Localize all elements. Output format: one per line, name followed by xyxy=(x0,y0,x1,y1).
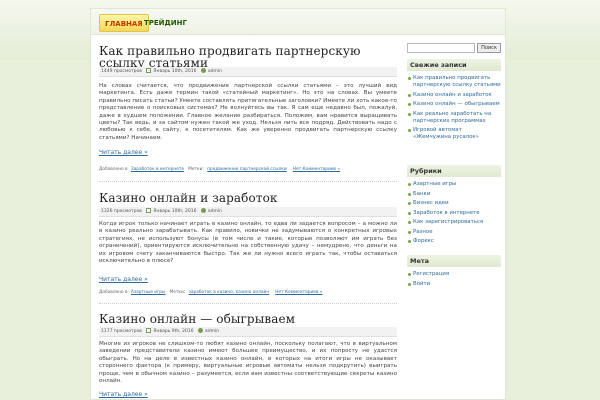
user-icon xyxy=(198,328,204,333)
tags-label: Метки: xyxy=(169,290,186,295)
rubrics-list: Азартные игры Банки Бизнес идеи Заработо… xyxy=(407,181,501,248)
recent-post-link[interactable]: Казино онлайн и заработок xyxy=(407,92,501,99)
user-icon xyxy=(200,68,206,73)
post-excerpt: Когда игрок только начинает играть в каз… xyxy=(99,221,397,265)
calendar-icon xyxy=(146,328,152,333)
read-more-link[interactable]: Читать далее » xyxy=(99,276,148,283)
search-input[interactable] xyxy=(407,43,475,53)
category-link[interactable]: Заработок в интернете xyxy=(131,167,184,172)
post-title[interactable]: Как правильно продвигать партнерскую ссы… xyxy=(99,45,397,69)
added-label: Добавлено в xyxy=(99,167,128,172)
rubrics-title: Рубрики xyxy=(407,165,501,177)
post-author[interactable]: admin xyxy=(205,329,219,334)
post-views: 1326 просмотров xyxy=(101,209,142,214)
comments-link[interactable]: Нет Комментариев » xyxy=(275,290,322,295)
calendar-icon xyxy=(146,68,152,73)
tags-label: Метки: xyxy=(188,167,204,172)
top-navigation: Главная Трейдинг xyxy=(91,9,505,35)
recent-posts-list: Как правильно продвигать партнерскую ссы… xyxy=(407,75,501,144)
post-divider xyxy=(99,303,397,304)
post-footer: Добавлено в Заработок в интернете Метки:… xyxy=(99,165,397,175)
recent-posts-title: Свежие записи xyxy=(407,59,501,71)
tag-link[interactable]: продвижение партнерской ссылки xyxy=(207,167,286,172)
category-link[interactable]: Азартные игры xyxy=(131,290,165,295)
calendar-icon xyxy=(146,208,152,213)
rubric-link[interactable]: Банки xyxy=(407,191,501,198)
register-link[interactable]: Регистрация xyxy=(407,271,501,278)
post-excerpt: На словах считается, что продвижение пар… xyxy=(99,83,397,141)
post: Как правильно продвигать партнерскую ссы… xyxy=(99,45,397,69)
recent-post-link[interactable]: Игровой автомат «Жемчужина русалок» xyxy=(407,127,501,141)
meta-list: Регистрация Войти xyxy=(407,271,501,290)
post-meta: 1326 просмотров Январь 10th, 2016 admin xyxy=(99,207,397,217)
post-date: Январь 10th, 2016 xyxy=(153,209,197,214)
meta-widget-title: Мета xyxy=(407,255,501,267)
rubric-link[interactable]: Разное xyxy=(407,229,501,236)
recent-post-link[interactable]: Как реально заработать на партнерских пр… xyxy=(407,111,501,125)
post-author[interactable]: admin xyxy=(208,209,222,214)
post-date: Январь 10th, 2016 xyxy=(153,69,197,74)
rubric-link[interactable]: Азартные игры xyxy=(407,181,501,188)
rubric-link[interactable]: Бизнес идеи xyxy=(407,200,501,207)
rubric-link[interactable]: Форекс xyxy=(407,238,501,245)
rubric-link[interactable]: Заработок в интернете xyxy=(407,210,501,217)
tag-link[interactable]: заработок в казино, казино онлайн xyxy=(189,290,270,295)
page-wrapper: Главная Трейдинг Как правильно продвигат… xyxy=(90,8,506,400)
login-link[interactable]: Войти xyxy=(407,281,501,288)
post-excerpt: Многие из игроков не слишком-то любят ка… xyxy=(99,341,397,385)
user-icon xyxy=(200,208,206,213)
post-views: 1449 просмотров xyxy=(101,69,142,74)
post-title[interactable]: Казино онлайн — обыгрываем xyxy=(99,313,397,325)
recent-post-link[interactable]: Казино онлайн — обыгрываем xyxy=(407,101,501,108)
post-date: Январь 9th, 2016 xyxy=(153,329,194,334)
rubric-link[interactable]: Как зарегистрироваться xyxy=(407,219,501,226)
post: Казино онлайн — обыгрываем xyxy=(99,313,397,325)
post-meta: 1449 просмотров Январь 10th, 2016 admin xyxy=(99,67,397,77)
read-more-link[interactable]: Читать далее » xyxy=(99,391,148,398)
post-title[interactable]: Казино онлайн и заработок xyxy=(99,192,397,204)
search-button[interactable]: Поиск xyxy=(477,43,501,53)
read-more-link[interactable]: Читать далее » xyxy=(99,149,148,156)
added-label: Добавлено в xyxy=(99,290,128,295)
comments-link[interactable]: Нет Комментариев » xyxy=(293,167,340,172)
recent-post-link[interactable]: Как правильно продвигать партнерскую ссы… xyxy=(407,75,501,89)
nav-item-trading[interactable]: Трейдинг xyxy=(139,14,192,32)
post-divider xyxy=(99,181,397,182)
post-views: 1177 просмотров xyxy=(101,329,142,334)
post-meta: 1177 просмотров Январь 9th, 2016 admin xyxy=(99,327,397,337)
post-author[interactable]: admin xyxy=(208,69,222,74)
post-footer: Добавлено в Азартные игры Метки: заработ… xyxy=(99,288,397,298)
post: Казино онлайн и заработок xyxy=(99,192,397,204)
